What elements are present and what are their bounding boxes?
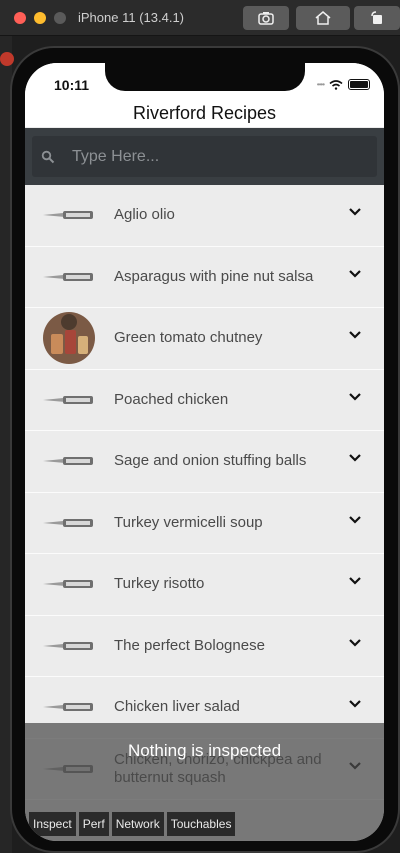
inspector-tab-perf[interactable]: Perf [78, 812, 109, 836]
home-button[interactable] [296, 6, 350, 30]
signal-icon: •••• [316, 80, 325, 89]
recipe-row[interactable]: Turkey vermicelli soup [25, 492, 384, 554]
phone-screen: 10:11 •••• Riverford Recipes Type Here..… [25, 63, 384, 841]
riverford-knife-logo-thumbnail [43, 195, 95, 235]
recipe-label: Sage and onion stuffing balls [114, 452, 307, 470]
chevron-down-icon[interactable] [348, 453, 362, 463]
riverford-knife-logo-thumbnail [43, 257, 95, 297]
recipe-row[interactable]: Sage and onion stuffing balls [25, 431, 384, 493]
chevron-down-icon[interactable] [348, 638, 362, 648]
device-notch [105, 63, 305, 91]
chevron-down-icon[interactable] [348, 330, 362, 340]
page-title: Riverford Recipes [132, 103, 277, 123]
chevron-down-icon[interactable] [348, 392, 362, 402]
recipe-row[interactable]: Asparagus with pine nut salsa [25, 246, 384, 308]
riverford-knife-logo-thumbnail [43, 441, 95, 481]
chevron-down-icon[interactable] [348, 269, 362, 279]
riverford-knife-logo-thumbnail [43, 380, 95, 420]
simulator-title: iPhone 11 (13.4.1) [78, 10, 184, 25]
recipe-label: Green tomato chutney [114, 329, 263, 347]
battery-icon [348, 79, 370, 90]
inspector-tab-touchables[interactable]: Touchables [166, 812, 236, 836]
search-input[interactable]: Type Here... [32, 136, 377, 177]
recipe-row[interactable]: The perfect Bolognese [25, 615, 384, 677]
simulator-titlebar: iPhone 11 (13.4.1) [0, 0, 400, 36]
navigation-bar: Riverford Recipes [25, 99, 384, 127]
search-placeholder: Type Here... [72, 147, 160, 165]
rotate-icon [371, 11, 382, 24]
search-icon [41, 150, 55, 163]
recipe-label: Turkey vermicelli soup [114, 513, 263, 531]
inspector-tab-inspect[interactable]: Inspect [29, 812, 76, 836]
recipe-row[interactable]: Poached chicken [25, 369, 384, 431]
wifi-icon [329, 79, 343, 90]
chevron-down-icon[interactable] [348, 515, 362, 525]
zoom-window-button[interactable] [54, 12, 66, 24]
search-bar: Type Here... [25, 128, 384, 185]
riverford-knife-logo-thumbnail [43, 626, 95, 666]
status-time: 10:11 [54, 77, 90, 93]
camera-icon [258, 12, 274, 25]
recipe-list: Aglio olio Asparagus with pine nut salsa G… [25, 185, 384, 800]
inspector-tab-network[interactable]: Network [111, 812, 164, 836]
chutney-jars-photo-thumbnail [43, 312, 95, 364]
recipe-label: Aglio olio [114, 206, 175, 224]
screenshot-button[interactable] [243, 6, 289, 30]
riverford-knife-logo-thumbnail [43, 503, 95, 543]
chevron-down-icon[interactable] [348, 207, 362, 217]
recipe-label: Poached chicken [114, 390, 229, 408]
recipe-row[interactable]: Green tomato chutney [25, 308, 384, 370]
riverford-knife-logo-thumbnail [43, 564, 95, 604]
inspector-toolbar: Inspect Perf Network Touchables [25, 812, 384, 841]
close-window-button[interactable] [14, 12, 26, 24]
home-icon [315, 11, 331, 25]
recipe-label: The perfect Bolognese [114, 636, 265, 654]
recipe-row[interactable]: Turkey risotto [25, 554, 384, 616]
desktop-app-badge-icon [0, 52, 14, 66]
minimize-window-button[interactable] [34, 12, 46, 24]
recipe-label: Asparagus with pine nut salsa [114, 267, 314, 285]
recipe-row[interactable]: Aglio olio [25, 185, 384, 247]
chevron-down-icon[interactable] [348, 699, 362, 709]
chevron-down-icon[interactable] [348, 576, 362, 586]
riverford-knife-logo-thumbnail [43, 687, 95, 727]
inspector-message: Nothing is inspected [127, 741, 282, 760]
rotate-button[interactable] [354, 6, 400, 30]
recipe-label: Turkey risotto [114, 575, 205, 593]
